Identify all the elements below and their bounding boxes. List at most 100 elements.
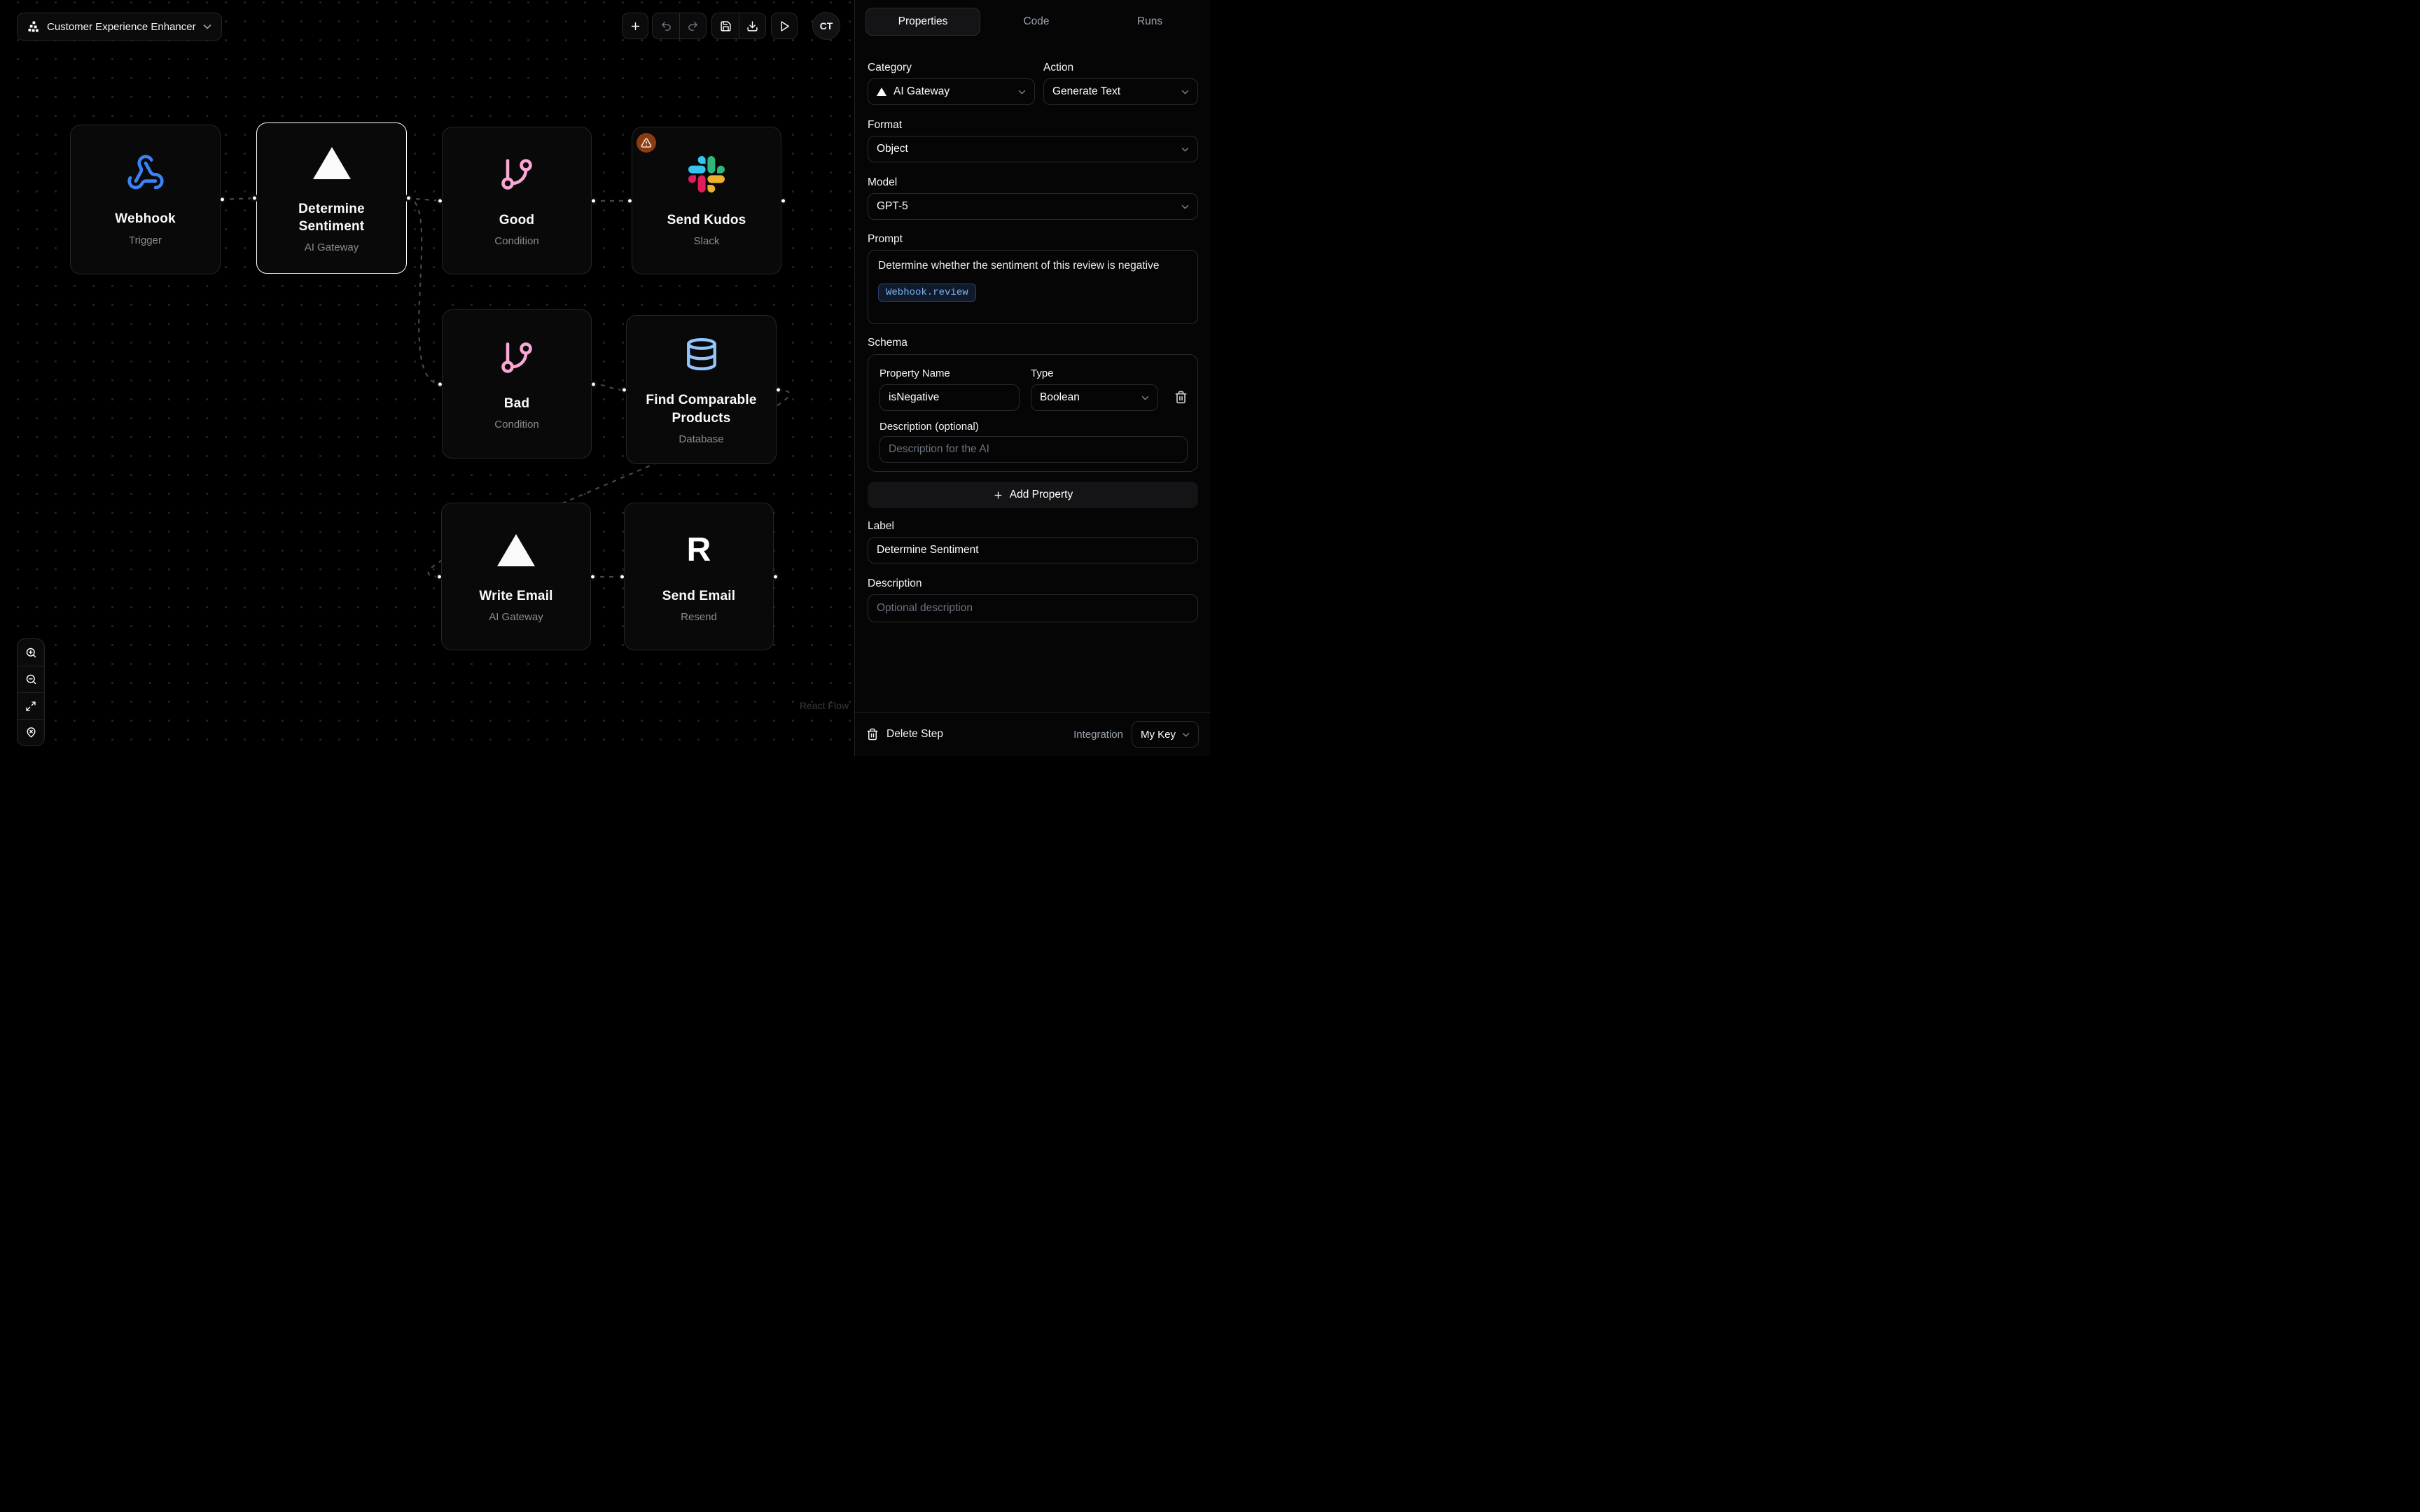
format-select[interactable]: Object <box>868 136 1198 162</box>
connection-handle[interactable] <box>626 197 634 204</box>
flow-canvas[interactable]: Webhook Trigger Determine Sentiment AI G… <box>0 0 854 756</box>
delete-property-button[interactable] <box>1174 391 1188 404</box>
zoom-in-icon <box>25 647 37 659</box>
download-button[interactable] <box>739 13 765 38</box>
description-field-label: Description <box>868 578 922 590</box>
node-webhook[interactable]: Webhook Trigger <box>70 125 221 274</box>
redo-button[interactable] <box>679 13 706 38</box>
pin-x-icon <box>25 727 37 738</box>
ai-gateway-triangle-icon <box>877 88 886 96</box>
delete-step-label: Delete Step <box>886 728 943 741</box>
add-step-button[interactable] <box>622 13 648 39</box>
action-label: Action <box>1043 62 1073 74</box>
zoom-in-button[interactable] <box>18 639 44 666</box>
label-input[interactable] <box>868 537 1198 564</box>
property-type-value: Boolean <box>1040 391 1134 404</box>
workflow-name: Customer Experience Enhancer <box>47 21 196 33</box>
node-title: Find Comparable Products <box>641 391 762 426</box>
connection-handle[interactable] <box>218 196 226 204</box>
chevron-down-icon <box>1181 90 1189 94</box>
save-icon <box>720 20 732 32</box>
property-type-select[interactable]: Boolean <box>1031 384 1158 411</box>
workflow-name-dropdown[interactable]: Customer Experience Enhancer <box>17 13 222 41</box>
node-find-comparable-products[interactable]: Find Comparable Products Database <box>626 315 777 464</box>
node-write-email[interactable]: Write Email AI Gateway <box>441 503 591 650</box>
integration-select[interactable]: My Key <box>1132 721 1199 748</box>
model-select[interactable]: GPT-5 <box>868 193 1198 220</box>
property-name-input[interactable] <box>879 384 1020 411</box>
chevron-down-icon <box>1182 732 1190 737</box>
chevron-down-icon <box>1181 204 1189 209</box>
model-label: Model <box>868 176 897 189</box>
add-property-label: Add Property <box>1010 489 1073 501</box>
trash-icon <box>866 728 879 741</box>
node-title: Send Kudos <box>667 211 746 229</box>
connection-handle[interactable] <box>774 386 782 393</box>
prompt-editor[interactable]: Determine whether the sentiment of this … <box>868 250 1198 324</box>
type-label: Type <box>1031 368 1054 379</box>
connection-handle[interactable] <box>436 380 444 388</box>
node-subtitle: Condition <box>494 419 538 430</box>
connection-handle[interactable] <box>436 197 444 204</box>
node-title: Good <box>499 211 534 229</box>
run-workflow-button[interactable] <box>771 13 798 39</box>
category-select[interactable]: AI Gateway <box>868 78 1035 105</box>
action-value: Generate Text <box>1052 85 1174 98</box>
node-title: Send Email <box>662 587 735 605</box>
toggle-interactivity-button[interactable] <box>18 719 44 746</box>
schema-label: Schema <box>868 337 908 349</box>
undo-button[interactable] <box>653 13 679 38</box>
resend-icon: R <box>687 530 711 570</box>
workflow-blocks-icon <box>27 20 40 33</box>
format-value: Object <box>877 143 1174 155</box>
property-description-input[interactable] <box>879 436 1188 463</box>
workflow-editor: Webhook Trigger Determine Sentiment AI G… <box>0 0 1210 756</box>
connection-handle[interactable] <box>590 197 597 204</box>
prompt-text: Determine whether the sentiment of this … <box>878 260 1188 272</box>
fit-view-button[interactable] <box>18 692 44 719</box>
warning-badge[interactable] <box>637 133 656 153</box>
zoom-out-icon <box>25 673 37 685</box>
node-send-kudos[interactable]: Send Kudos Slack <box>632 127 781 274</box>
label-field-label: Label <box>868 520 894 533</box>
history-button-group <box>652 13 707 39</box>
download-icon <box>746 20 758 32</box>
connection-handle[interactable] <box>772 573 779 580</box>
tab-code[interactable]: Code <box>1001 8 1071 36</box>
prompt-variable-chip[interactable]: Webhook.review <box>878 284 976 302</box>
node-subtitle: Trigger <box>129 234 162 246</box>
play-icon <box>779 20 791 32</box>
react-flow-attribution[interactable]: React Flow <box>800 700 849 711</box>
node-bad[interactable]: Bad Condition <box>442 309 592 458</box>
node-subtitle: Condition <box>494 235 538 247</box>
description-input[interactable] <box>868 594 1198 622</box>
save-button[interactable] <box>712 13 739 38</box>
connection-handle[interactable] <box>618 573 626 580</box>
model-value: GPT-5 <box>877 200 1174 213</box>
node-title: Determine Sentiment <box>271 200 392 235</box>
tab-properties[interactable]: Properties <box>865 8 980 36</box>
prompt-label: Prompt <box>868 233 903 246</box>
connection-handle[interactable] <box>436 573 443 580</box>
connection-handle[interactable] <box>620 386 628 393</box>
connection-handle[interactable] <box>590 380 597 388</box>
user-avatar[interactable]: CT <box>812 12 840 40</box>
slack-icon <box>688 154 725 195</box>
node-determine-sentiment[interactable]: Determine Sentiment AI Gateway <box>256 122 407 274</box>
node-good[interactable]: Good Condition <box>442 127 592 274</box>
connection-handle[interactable] <box>405 195 412 202</box>
git-branch-icon <box>499 337 535 378</box>
trash-icon <box>1174 391 1188 404</box>
node-send-email[interactable]: R Send Email Resend <box>624 503 774 650</box>
action-select[interactable]: Generate Text <box>1043 78 1198 105</box>
node-subtitle: AI Gateway <box>489 611 543 623</box>
delete-step-button[interactable]: Delete Step <box>866 728 943 741</box>
connection-handle[interactable] <box>251 195 258 202</box>
category-value: AI Gateway <box>893 85 1011 98</box>
tab-runs[interactable]: Runs <box>1115 8 1185 36</box>
connection-handle[interactable] <box>589 573 597 580</box>
git-branch-icon <box>499 154 535 195</box>
connection-handle[interactable] <box>779 197 787 204</box>
add-property-button[interactable]: Add Property <box>868 482 1198 508</box>
zoom-out-button[interactable] <box>18 666 44 692</box>
